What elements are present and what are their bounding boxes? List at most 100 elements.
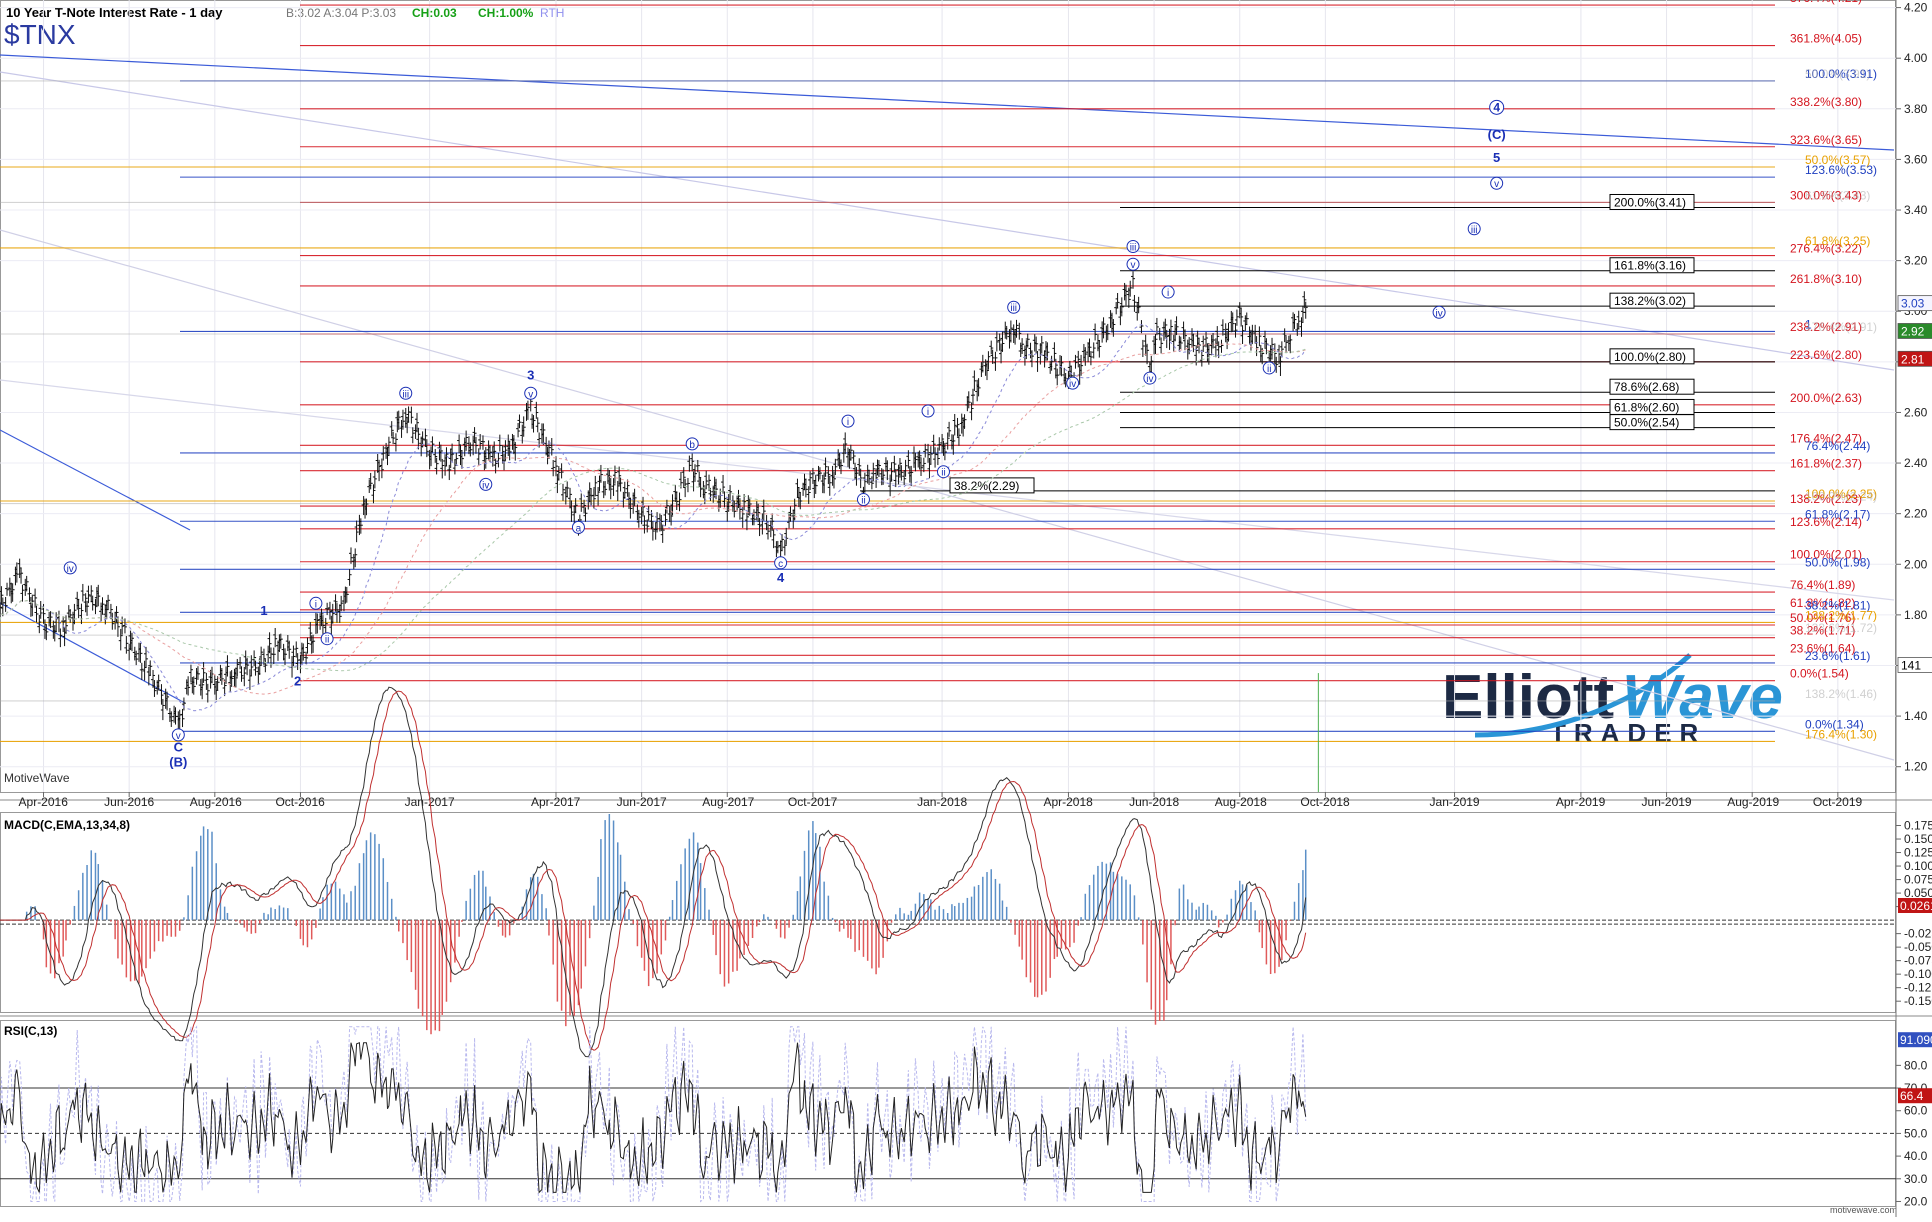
wave-label: v — [1131, 260, 1136, 271]
wave-label: 2 — [294, 674, 301, 689]
y-tick-label: 0.0750 — [1904, 873, 1932, 887]
y-tick-label: 2.00 — [1904, 557, 1928, 571]
fib-level-label: 23.6%(1.61) — [1805, 649, 1870, 663]
wave-label: a — [576, 523, 582, 534]
y-tick-label: 60.0 — [1904, 1104, 1928, 1118]
fib-level-label: 50.0%(3.57) — [1805, 153, 1870, 167]
y-tick-label: 3.20 — [1904, 254, 1928, 268]
axis-price-label: 141 — [1901, 658, 1921, 672]
fib-level-label: 61.8%(3.43) — [1805, 188, 1870, 202]
fib-level-label: 138.2%(1.46) — [1805, 687, 1877, 701]
x-tick-label: Jan-2019 — [1430, 795, 1480, 809]
y-tick-label: 30.0 — [1904, 1172, 1928, 1186]
chart-canvas[interactable]: 10 Year T-Note Interest Rate - 1 day B:3… — [0, 0, 1932, 1217]
y-tick-label: -0.1000 — [1904, 967, 1932, 981]
wave-label: 1 — [260, 603, 267, 618]
y-tick-label: 2.60 — [1904, 405, 1928, 419]
x-tick-label: Apr-2017 — [531, 795, 581, 809]
x-tick-label: Oct-2018 — [1300, 795, 1350, 809]
y-tick-label: 0.1000 — [1904, 859, 1932, 873]
y-tick-label: 2.20 — [1904, 507, 1928, 521]
wave-label: iv — [1435, 308, 1442, 319]
y-tick-label: -0.1500 — [1904, 994, 1932, 1008]
symbol-label: $TNX — [4, 19, 76, 50]
wave-label: iii — [402, 389, 409, 400]
projection-label: 78.6%(2.68) — [1614, 380, 1679, 394]
x-tick-label: Oct-2019 — [1813, 795, 1863, 809]
wave-label: ii — [861, 496, 865, 507]
chart-window: 10 Year T-Note Interest Rate - 1 day B:3… — [0, 0, 1932, 1217]
x-tick-label: Jun-2017 — [617, 795, 667, 809]
wave-label: iii — [1130, 243, 1137, 254]
fib-level-label: 50.0%(3.91) — [1805, 67, 1870, 81]
y-tick-label: 1.20 — [1904, 760, 1928, 774]
fib-level-label: 223.6%(2.80) — [1790, 348, 1862, 362]
axis-price-label: 3.03 — [1901, 297, 1925, 311]
fib-level-label: 161.8%(2.37) — [1790, 457, 1862, 471]
projection-label: 200.0%(3.41) — [1614, 195, 1686, 209]
wave-label: iv — [1069, 379, 1076, 390]
fib-level-label: 61.8%(3.25) — [1805, 234, 1870, 248]
wave-label: iv — [1146, 374, 1153, 385]
wave-label: C — [174, 740, 184, 755]
axis-price-label: 2.81 — [1901, 352, 1925, 366]
y-tick-label: 4.20 — [1904, 1, 1928, 15]
y-tick-label: -0.0250 — [1904, 927, 1932, 941]
wave-label: (C) — [1488, 127, 1506, 142]
logo-subtext: TRADER — [1550, 718, 1706, 748]
axis-price-label: 2.92 — [1901, 324, 1925, 338]
y-tick-label: 4.00 — [1904, 51, 1928, 65]
fib-level-label: 323.6%(3.65) — [1790, 133, 1862, 147]
macd-last-label: 0.0261 — [1900, 899, 1932, 913]
fib-level-label: 361.8%(4.05) — [1790, 32, 1862, 46]
y-tick-label: 1.80 — [1904, 608, 1928, 622]
wave-label: i — [1167, 288, 1169, 299]
y-tick-label: -0.0500 — [1904, 940, 1932, 954]
projection-label: 38.2%(2.29) — [954, 479, 1019, 493]
wave-label: iii — [1471, 225, 1478, 236]
x-tick-label: Apr-2016 — [19, 795, 69, 809]
fib-level-label: 61.8%(2.17) — [1805, 507, 1870, 521]
x-tick-label: Apr-2018 — [1043, 795, 1093, 809]
x-tick-label: Aug-2019 — [1727, 795, 1779, 809]
wave-label: 3 — [527, 368, 534, 383]
y-tick-label: 2.40 — [1904, 456, 1928, 470]
wave-label: ii — [1267, 364, 1271, 375]
y-tick-label: 1.40 — [1904, 709, 1928, 723]
y-tick-label: 0.0500 — [1904, 886, 1932, 900]
fib-level-label: 176.4%(1.30) — [1805, 727, 1877, 741]
fib-level-label: 176.4%(2.91) — [1805, 320, 1877, 334]
wave-label: ii — [941, 468, 945, 479]
wave-label: v — [528, 389, 533, 400]
y-tick-label: 3.80 — [1904, 102, 1928, 116]
wave-label: 4 — [777, 570, 785, 585]
projection-label: 161.8%(3.16) — [1614, 259, 1686, 273]
y-tick-label: 0.1500 — [1904, 832, 1932, 846]
projection-label: 100.0%(2.80) — [1614, 350, 1686, 364]
y-tick-label: 0.1750 — [1904, 819, 1932, 833]
x-tick-label: Aug-2016 — [190, 795, 242, 809]
rsi-last-label: 66.4 — [1900, 1089, 1924, 1103]
quote-text: B:3.02 A:3.04 P:3.03 — [286, 6, 396, 20]
wave-label: 4 — [1493, 100, 1500, 114]
wave-label: b — [689, 440, 695, 451]
wave-label: ii — [325, 635, 329, 646]
wave-label: i — [927, 407, 929, 418]
wave-label: iv — [67, 564, 74, 575]
wave-label: v — [1494, 179, 1499, 190]
x-tick-label: Aug-2017 — [702, 795, 754, 809]
macd-title: MACD(C,EMA,13,34,8) — [4, 818, 130, 832]
y-tick-label: 50.0 — [1904, 1126, 1928, 1140]
wave-label: c — [778, 559, 783, 570]
x-tick-label: Aug-2018 — [1215, 795, 1267, 809]
x-tick-label: Jun-2019 — [1642, 795, 1692, 809]
rsi-last-label: 91.0903 — [1900, 1033, 1932, 1047]
projection-label: 50.0%(2.54) — [1614, 416, 1679, 430]
x-tick-label: Oct-2016 — [275, 795, 325, 809]
fib-level-label: 100.0%(2.24) — [1805, 490, 1877, 504]
fib-level-label: 376.4%(4.21) — [1790, 0, 1862, 5]
fib-level-label: 261.8%(3.10) — [1790, 272, 1862, 286]
rsi-title: RSI(C,13) — [4, 1024, 57, 1038]
x-tick-label: Apr-2019 — [1556, 795, 1606, 809]
wave-label: iv — [482, 480, 489, 491]
